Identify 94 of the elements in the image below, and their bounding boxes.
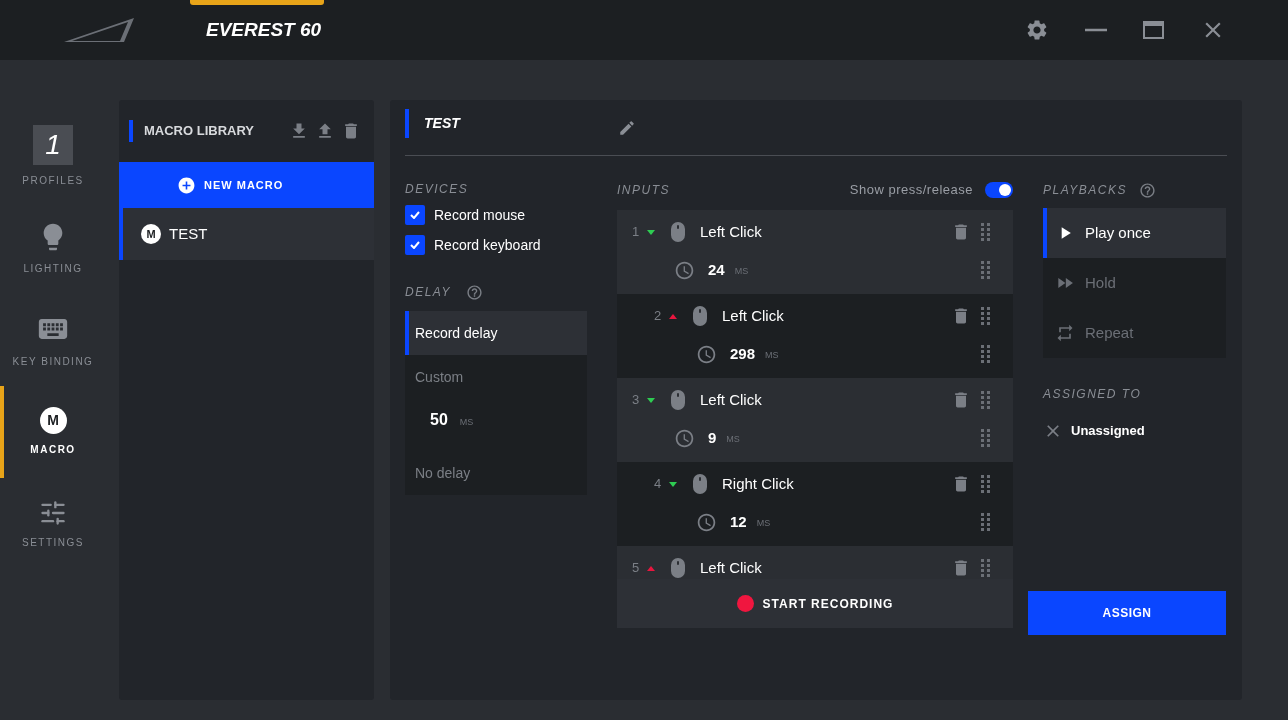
section-title: DEVICES [405,181,470,198]
settings-icon[interactable] [1025,18,1049,42]
down-triangle-icon [647,229,655,235]
macro-badge: M [39,407,67,434]
unit-label: MS [726,432,740,446]
input-row[interactable]: 3 Left Click 9 MS [617,378,1013,462]
input-row[interactable]: 2 Left Click 298 MS [617,294,1013,378]
input-name: Left Click [722,305,784,326]
unit-label: MS [459,415,474,429]
macro-badge: M [141,224,161,244]
input-row[interactable]: 4 Right Click 12 MS [617,462,1013,546]
checkbox-label: Record keyboard [434,235,541,255]
clock-icon [696,343,717,365]
mouse-icon [693,306,707,326]
input-name: Left Click [700,389,762,410]
delay-option[interactable]: Record delay [405,311,587,355]
help-icon[interactable] [1139,181,1156,199]
nav-item[interactable]: SETTINGS [0,478,102,570]
toggle-switch[interactable] [985,182,1013,198]
playback-option[interactable]: Play once [1043,208,1226,258]
unit-label: MS [765,348,779,362]
assign-button[interactable]: ASSIGN [1028,591,1226,635]
drag-handle-icon[interactable] [981,222,991,242]
mouse-icon [671,558,685,578]
drag-handle-icon[interactable] [981,306,991,326]
up-triangle-icon [669,313,677,319]
check-icon [410,241,420,249]
row-number: 4 [654,475,663,494]
drag-handle-icon[interactable] [981,344,991,364]
input-name: Left Click [700,557,762,578]
panel-title: MACRO LIBRARY [144,122,254,141]
pencil-icon[interactable] [618,118,636,137]
down-triangle-icon [647,397,655,403]
delay-value[interactable]: 12 [730,510,747,534]
clock-icon [674,427,695,449]
nav-item[interactable]: 1 PROFILES [0,110,102,202]
sliders-icon [39,498,67,527]
minimize-icon[interactable] [1085,28,1107,32]
checkbox-label: Record mouse [434,205,526,225]
input-row[interactable]: 1 Left Click 24 MS [617,210,1013,294]
row-number: 5 [632,559,641,578]
macro-item[interactable]: M TEST [119,208,374,260]
unit-label: MS [734,264,749,278]
section-title: DELAY [405,284,451,301]
clock-icon [696,511,717,533]
unit-label: MS [756,516,771,530]
accent-bar [405,109,409,138]
nav-item[interactable]: M MACRO [0,386,102,478]
input-row[interactable]: 5 Left Click [617,546,1013,579]
drag-handle-icon[interactable] [981,260,991,280]
input-name: Right Click [722,473,794,494]
logo-icon [64,18,135,42]
macro-title: TEST [424,114,462,133]
toggle-label: Show press/release [849,181,973,200]
check-icon [410,211,420,219]
drag-handle-icon[interactable] [981,558,991,578]
mouse-icon [671,222,685,242]
clock-icon [674,259,695,281]
delay-value[interactable]: 50 [430,408,448,432]
drag-handle-icon[interactable] [981,390,991,410]
mouse-icon [671,390,685,410]
repeat-icon [1055,323,1075,343]
nav-item[interactable]: LIGHTING [0,202,102,294]
delay-value[interactable]: 9 [708,426,717,450]
new-macro-button[interactable]: NEW MACRO [119,162,374,208]
profile-number: 1 [33,124,73,165]
down-triangle-icon [669,481,677,487]
nav-item[interactable]: KEY BINDING [0,294,102,386]
delay-value[interactable]: 298 [730,342,756,366]
mouse-icon [693,474,707,494]
drag-handle-icon[interactable] [981,428,991,448]
checkbox[interactable] [405,235,425,255]
help-icon[interactable] [465,283,483,301]
input-name: Left Click [700,221,762,242]
row-number: 2 [654,307,663,326]
row-number: 3 [632,391,641,410]
plus-icon [177,175,196,195]
macro-name: TEST [169,223,208,244]
start-recording-button[interactable]: START RECORDING [617,579,1013,628]
maximize-icon[interactable] [1143,21,1164,39]
delay-option[interactable]: Custom [415,367,587,388]
drag-handle-icon[interactable] [981,512,991,532]
delay-value[interactable]: 24 [708,258,725,282]
section-title: INPUTS [617,182,670,199]
section-title: ASSIGNED TO [1043,386,1143,403]
up-triangle-icon [647,565,655,571]
row-number: 1 [632,223,641,242]
window-title: EVEREST 60 [206,17,322,42]
delay-option[interactable]: No delay [405,451,587,495]
checkbox[interactable] [405,205,425,225]
assigned-value: Unassigned [1071,422,1145,441]
section-title: PLAYBACKS [1043,182,1127,199]
accent-bar [129,120,133,142]
drag-handle-icon[interactable] [981,474,991,494]
